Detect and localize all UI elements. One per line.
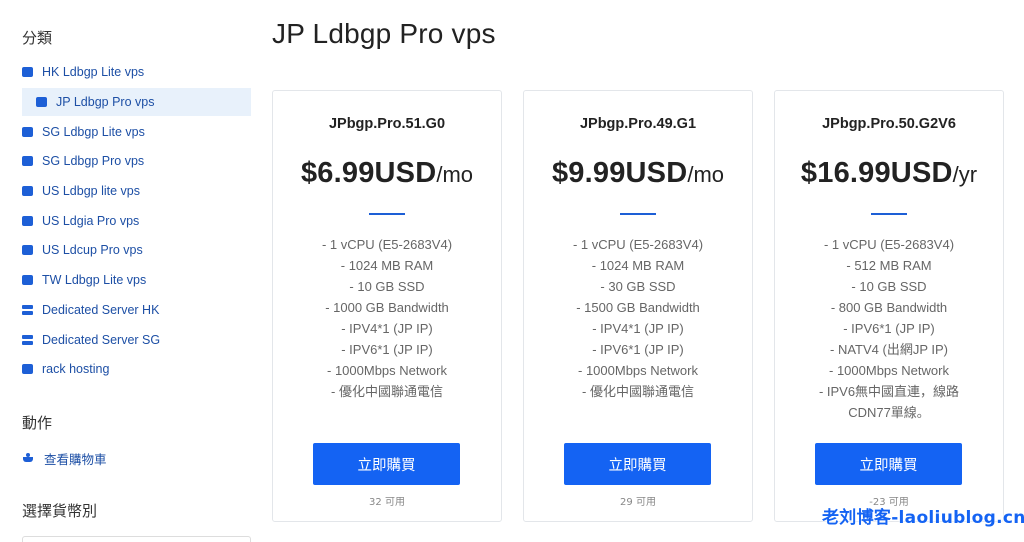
price-amount: $6.99USD (300, 157, 437, 189)
view-cart-label: 查看購物車 (44, 452, 107, 467)
divider (369, 213, 405, 215)
sidebar-item-us-ldcup-pro[interactable]: US Ldcup Pro vps (22, 236, 251, 264)
product-card: JPbgp.Pro.50.G2V6 $16.99USD/yr - 1 vCPU … (774, 90, 1004, 522)
server-icon (22, 335, 33, 345)
divider (871, 213, 907, 215)
sidebar-item-us-ldgia-pro[interactable]: US Ldgia Pro vps (22, 207, 251, 235)
product-price: $6.99USD/mo (273, 157, 501, 190)
buy-now-button[interactable]: 立即購買 (313, 443, 460, 485)
price-amount: $9.99USD (551, 157, 688, 189)
availability-count: 32 可用 (369, 497, 405, 508)
sidebar-item-label: US Ldgia Pro vps (42, 214, 140, 228)
box-icon (22, 186, 33, 196)
sidebar: 分類 HK Ldbgp Lite vps JP Ldbgp Pro vps SG… (0, 0, 252, 542)
sidebar-item-dedicated-server-sg[interactable]: Dedicated Server SG (22, 326, 251, 354)
sidebar-item-label: US Ldcup Pro vps (42, 243, 143, 257)
feature-item: - 1500 GB Bandwidth (576, 300, 700, 315)
price-period: /mo (687, 162, 725, 187)
feature-item: - IPV4*1 (JP IP) (341, 321, 433, 336)
feature-item: - 1 vCPU (E5-2683V4) (572, 237, 704, 252)
product-card: JPbgp.Pro.49.G1 $9.99USD/mo - 1 vCPU (E5… (523, 90, 753, 522)
watermark: 老刘博客-laoliublog.cn (822, 508, 1024, 528)
sidebar-item-label: SG Ldbgp Pro vps (42, 154, 145, 168)
buy-now-button[interactable]: 立即購買 (815, 443, 962, 485)
feature-item: - 1000 GB Bandwidth (325, 300, 449, 315)
feature-list: - 1 vCPU (E5-2683V4) - 1024 MB RAM - 10 … (273, 234, 501, 402)
cart-icon (22, 453, 34, 463)
sidebar-item-tw-ldbgp-lite[interactable]: TW Ldbgp Lite vps (22, 266, 251, 294)
product-price: $9.99USD/mo (524, 157, 752, 190)
view-cart-link[interactable]: 查看購物車 (22, 444, 251, 472)
box-icon (22, 67, 33, 77)
divider (620, 213, 656, 215)
product-name: JPbgp.Pro.50.G2V6 (822, 116, 956, 132)
feature-item: - IPV4*1 (JP IP) (592, 321, 684, 336)
feature-item: - IPV6*1 (JP IP) (341, 342, 433, 357)
availability-count: 29 可用 (620, 497, 656, 508)
product-price: $16.99USD/yr (775, 157, 1003, 190)
sidebar-item-label: SG Ldbgp Lite vps (42, 125, 145, 139)
price-period: /mo (436, 162, 474, 187)
sidebar-item-us-ldbgp-lite[interactable]: US Ldbgp lite vps (22, 177, 251, 205)
box-icon (22, 156, 33, 166)
feature-item: - 10 GB SSD (349, 279, 425, 294)
feature-item: - 1 vCPU (E5-2683V4) (321, 237, 453, 252)
feature-item: - 10 GB SSD (851, 279, 927, 294)
sidebar-item-label: US Ldbgp lite vps (42, 184, 140, 198)
box-icon (22, 216, 33, 226)
box-icon (22, 364, 33, 374)
product-name: JPbgp.Pro.51.G0 (328, 116, 446, 132)
box-icon (22, 245, 33, 255)
server-icon (22, 305, 33, 315)
feature-item: - 1 vCPU (E5-2683V4) (823, 237, 955, 252)
box-icon (22, 275, 33, 285)
sidebar-item-label: rack hosting (42, 362, 110, 376)
sidebar-item-label: Dedicated Server SG (42, 333, 161, 347)
feature-item: - 優化中國聯通電信 (582, 384, 694, 399)
box-icon (22, 127, 33, 137)
buy-now-button[interactable]: 立即購買 (564, 443, 711, 485)
feature-item: - 1000Mbps Network (578, 363, 698, 378)
actions-heading: 動作 (22, 415, 53, 432)
sidebar-item-label: HK Ldbgp Lite vps (42, 65, 145, 79)
product-card: JPbgp.Pro.51.G0 $6.99USD/mo - 1 vCPU (E5… (272, 90, 502, 522)
sidebar-item-jp-ldbgp-pro[interactable]: JP Ldbgp Pro vps (22, 88, 251, 116)
feature-item: - NATV4 (出網JP IP) (830, 342, 948, 357)
sidebar-item-hk-ldbgp-lite[interactable]: HK Ldbgp Lite vps (22, 58, 251, 86)
box-icon (36, 97, 47, 107)
sidebar-item-label: TW Ldbgp Lite vps (42, 273, 147, 287)
price-period: /yr (952, 162, 978, 187)
feature-item: CDN77單線。 (848, 405, 930, 420)
feature-item: - 1000Mbps Network (829, 363, 949, 378)
feature-list: - 1 vCPU (E5-2683V4) - 1024 MB RAM - 30 … (524, 234, 752, 402)
feature-item: - 30 GB SSD (600, 279, 676, 294)
feature-item: - IPV6無中國直連，線路 (818, 384, 960, 399)
categories-heading: 分類 (22, 30, 53, 47)
feature-item: - 1000Mbps Network (327, 363, 447, 378)
sidebar-item-rack-hosting[interactable]: rack hosting (22, 355, 251, 383)
product-name: JPbgp.Pro.49.G1 (579, 116, 697, 132)
sidebar-item-label: Dedicated Server HK (42, 303, 160, 317)
feature-item: - 1024 MB RAM (340, 258, 434, 273)
price-amount: $16.99USD (800, 157, 953, 189)
feature-item: - 512 MB RAM (846, 258, 932, 273)
feature-item: - 1024 MB RAM (591, 258, 685, 273)
page-title: JP Ldbgp Pro vps (272, 18, 496, 49)
sidebar-item-sg-ldbgp-pro[interactable]: SG Ldbgp Pro vps (22, 147, 251, 175)
sidebar-item-dedicated-server-hk[interactable]: Dedicated Server HK (22, 296, 251, 324)
feature-item: - 優化中國聯通電信 (331, 384, 443, 399)
currency-select[interactable] (22, 536, 251, 542)
sidebar-item-label: JP Ldbgp Pro vps (56, 95, 155, 109)
currency-heading: 選擇貨幣別 (22, 503, 98, 520)
feature-item: - 800 GB Bandwidth (830, 300, 948, 315)
feature-list: - 1 vCPU (E5-2683V4) - 512 MB RAM - 10 G… (775, 234, 1003, 423)
feature-item: - IPV6*1 (JP IP) (843, 321, 935, 336)
sidebar-item-sg-ldbgp-lite[interactable]: SG Ldbgp Lite vps (22, 118, 251, 146)
feature-item: - IPV6*1 (JP IP) (592, 342, 684, 357)
